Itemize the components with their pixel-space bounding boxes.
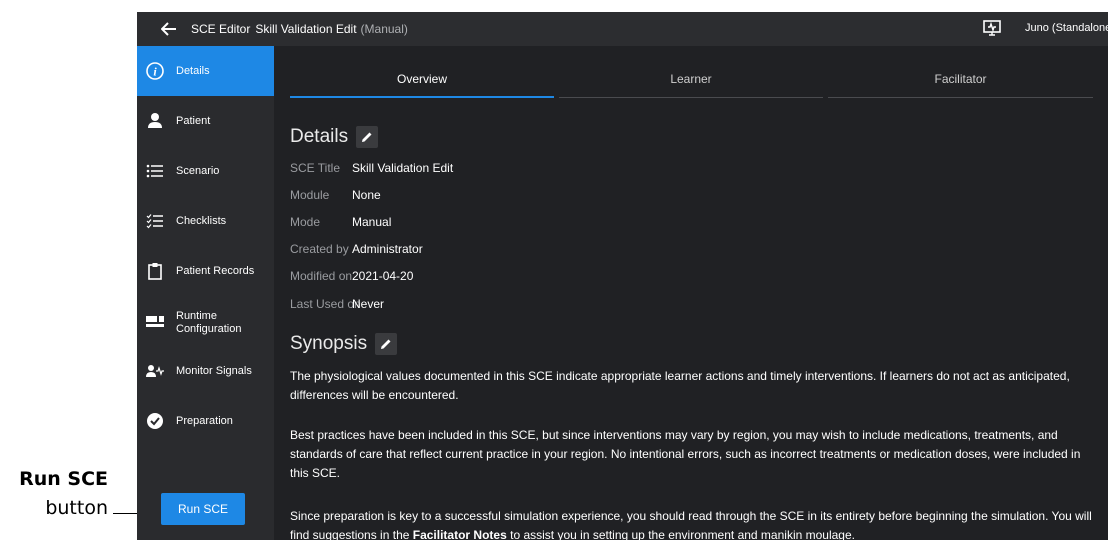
person-signal-icon (145, 361, 165, 381)
detail-value: Administrator (352, 242, 423, 256)
sidebar-item-monitor-signals[interactable]: Monitor Signals (137, 346, 274, 396)
synopsis-paragraph-3-part2: to assist you in setting up the environm… (506, 528, 855, 540)
tab-label: Overview (396, 72, 447, 86)
sidebar-item-label-line1: Runtime (176, 310, 217, 322)
tab-overview[interactable]: Overview (290, 60, 554, 98)
sidebar-item-runtime-configuration[interactable]: Runtime Configuration (137, 296, 274, 346)
detail-row-module: Module None (290, 186, 381, 204)
sidebar-item-label: Details (176, 65, 210, 77)
detail-value: Manual (352, 215, 392, 229)
sidebar-item-label: Monitor Signals (176, 365, 252, 377)
clipboard-icon (145, 261, 165, 281)
person-icon (145, 111, 165, 131)
main-content: Overview Learner Facilitator Details SCE… (274, 46, 1108, 540)
sidebar-item-preparation[interactable]: Preparation (137, 396, 274, 446)
edit-details-button[interactable] (356, 126, 379, 148)
synopsis-title: Synopsis (290, 333, 368, 354)
detail-label: Modified on (290, 269, 353, 283)
run-sce-callout: Run SCE button (0, 468, 134, 519)
sidebar-item-label: Patient Records (176, 265, 255, 277)
detail-value: Never (352, 297, 385, 311)
pencil-icon (362, 132, 372, 142)
monitor-icon (983, 20, 1001, 36)
sidebar-item-scenario[interactable]: Scenario (137, 146, 274, 196)
tab-bar: Overview Learner Facilitator (290, 60, 1093, 98)
synopsis-paragraph-3: Since preparation is key to a successful… (290, 507, 1100, 540)
detail-label: Mode (290, 215, 321, 229)
detail-row-created-by: Created by Administrator (290, 240, 423, 258)
detail-label: Last Used on (290, 297, 361, 311)
sidebar-item-label: Patient (176, 115, 211, 127)
detail-row-sce-title: SCE Title Skill Validation Edit (290, 159, 453, 177)
tab-label: Facilitator (934, 72, 987, 86)
detail-row-modified-on: Modified on 2021-04-20 (290, 267, 413, 285)
run-sce-button[interactable]: Run SCE (161, 493, 245, 525)
detail-row-mode: Mode Manual (290, 213, 391, 231)
sce-name: Skill Validation Edit (255, 22, 357, 36)
detail-label: SCE Title (290, 161, 341, 175)
facilitator-notes-link: Facilitator Notes (412, 528, 507, 540)
sidebar-item-patient-records[interactable]: Patient Records (137, 246, 274, 296)
details-title: Details (290, 126, 349, 147)
synopsis-paragraph-2: Best practices have been included in thi… (290, 428, 1081, 480)
info-icon: i (145, 61, 165, 81)
synopsis-heading: Synopsis (290, 333, 398, 355)
detail-value: None (352, 188, 381, 202)
sidebar-item-patient[interactable]: Patient (137, 96, 274, 146)
detail-label: Created by (290, 242, 349, 256)
pencil-icon (381, 339, 391, 349)
callout-subtitle: button (45, 497, 108, 519)
edit-synopsis-button[interactable] (375, 333, 398, 355)
sidebar-item-label: Preparation (176, 415, 233, 427)
tab-facilitator[interactable]: Facilitator (828, 60, 1093, 98)
sidebar-item-label-line2: Configuration (176, 323, 242, 335)
app-window: SCE Editor Skill Validation Edit (Manual… (137, 12, 1108, 540)
monitor-button[interactable] (982, 19, 1004, 39)
detail-row-last-used-on: Last Used on Never (290, 295, 384, 313)
check-circle-icon (145, 411, 165, 431)
tab-underline (828, 97, 1093, 98)
sidebar-item-checklists[interactable]: Checklists (137, 196, 274, 246)
detail-value: Skill Validation Edit (352, 161, 454, 175)
list-icon (145, 161, 165, 181)
svg-text:i: i (153, 65, 157, 79)
synopsis-paragraph-1: The physiological values documented in t… (290, 369, 1070, 402)
tab-underline (559, 97, 823, 98)
sce-mode: (Manual) (360, 22, 408, 36)
sidebar: i Details Patient Scenario Checklists Pa… (137, 46, 274, 540)
tab-learner[interactable]: Learner (559, 60, 823, 98)
layout-icon (145, 311, 165, 331)
title-bar: SCE Editor Skill Validation Edit (Manual… (137, 12, 1108, 46)
detail-label: Module (290, 188, 330, 202)
detail-value: 2021-04-20 (352, 269, 414, 283)
app-name: SCE Editor (191, 22, 251, 36)
device-name: Juno (Standalone) (1025, 22, 1108, 34)
sidebar-item-details[interactable]: i Details (137, 46, 274, 96)
sidebar-item-label: Checklists (176, 215, 227, 227)
details-heading: Details (290, 126, 379, 148)
checklist-icon (145, 211, 165, 231)
tab-underline (290, 96, 554, 98)
back-arrow-icon (161, 22, 176, 36)
callout-title: Run SCE (19, 468, 108, 490)
sidebar-item-label: Scenario (176, 165, 220, 177)
tab-label: Learner (670, 72, 712, 86)
back-button[interactable] (149, 12, 189, 46)
